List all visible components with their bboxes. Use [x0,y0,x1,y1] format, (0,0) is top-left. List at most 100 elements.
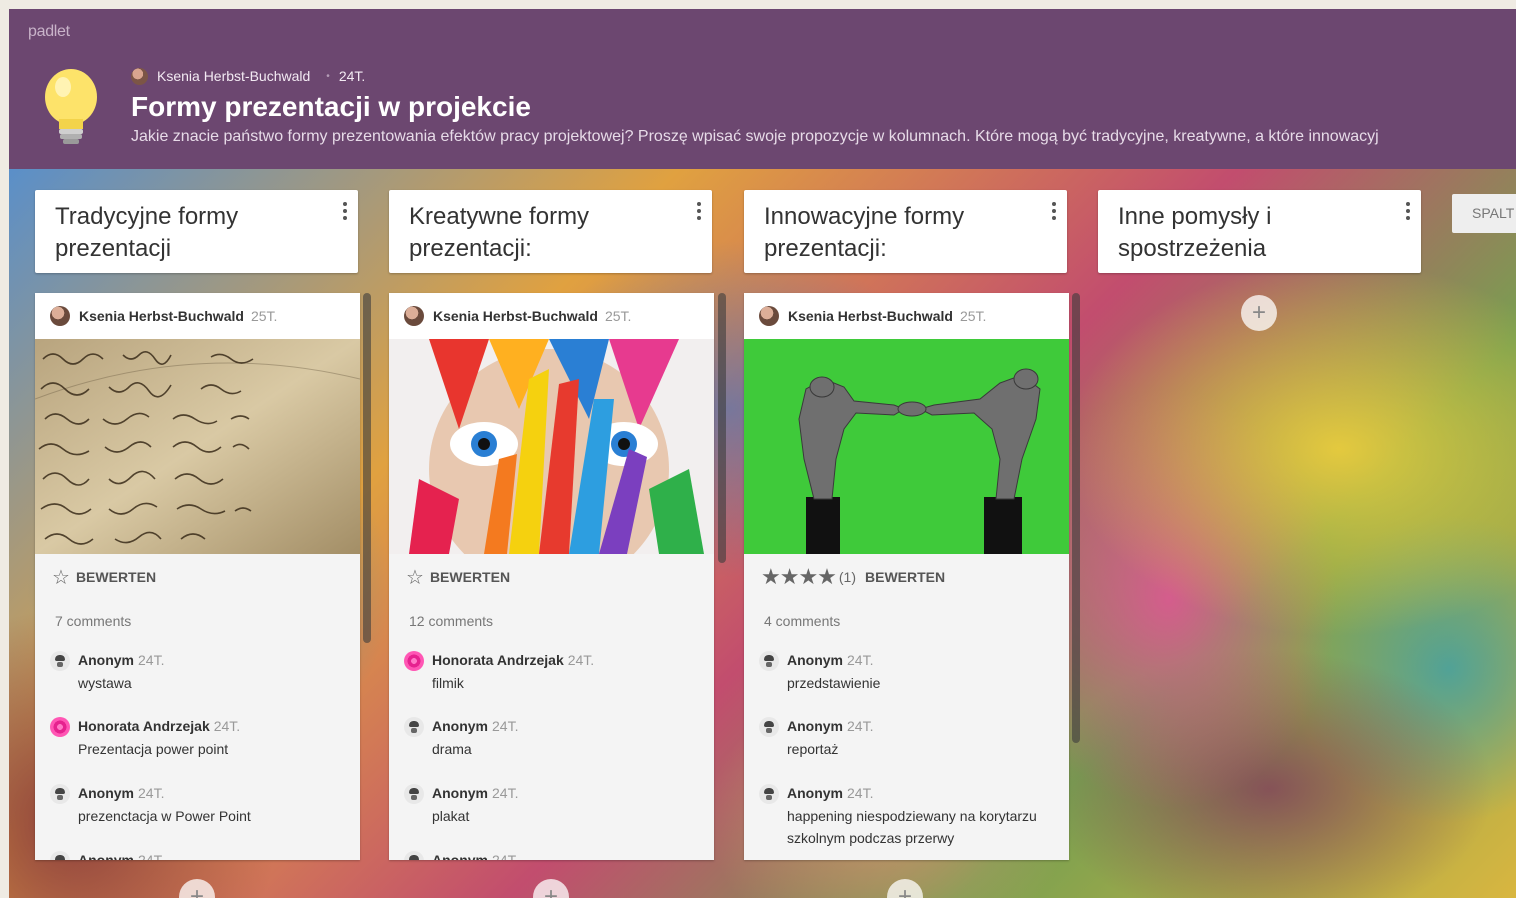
add-post-icon[interactable]: + [533,879,569,898]
comments-count[interactable]: 12 comments [409,613,493,629]
comment-text: drama [432,741,472,757]
comment-author: Anonym [432,852,488,860]
avatar [50,717,70,737]
rating-row: ☆ BEWERTEN [406,565,510,590]
column-header-traditional[interactable]: Tradycyjne formy prezentacji [35,190,358,273]
board-header: padlet Ksenia Herbst-Buchwald • 24T. For… [9,9,1516,169]
add-column-button[interactable]: SPALT [1452,194,1516,233]
comment-author: Anonym [432,718,488,734]
column-title: Tradycyjne formy prezentacji [55,203,239,262]
post-author-bar: Ksenia Herbst-Buchwald 25T. [389,293,714,339]
star-icon[interactable]: ☆ [52,565,70,590]
avatar[interactable] [759,306,779,326]
post-time: 25T. [604,308,632,324]
comment-time: 24T. [138,652,165,668]
column-header-other[interactable]: Inne pomysły i spostrzeżenia [1098,190,1421,273]
avatar [404,784,424,804]
rate-button[interactable]: BEWERTEN [865,569,945,585]
comment-text: happening niespodziewany na korytarzu sz… [787,808,1037,846]
post-card[interactable]: Ksenia Herbst-Buchwald 25T. [35,293,360,860]
post-author[interactable]: Ksenia Herbst-Buchwald [433,308,598,324]
comment-time: 24T. [847,652,874,668]
column-scrollbar[interactable] [718,293,726,563]
avatar [404,717,424,737]
avatar [404,651,424,671]
comment-author: Honorata Andrzejak [78,718,210,734]
comment-text: przedstawienie [787,675,881,691]
board-canvas: Tradycyjne formy prezentacji Kreatywne f… [9,169,1516,898]
comment-time: 24T. [138,785,165,801]
column-header-innovative[interactable]: Innowacyjne formy prezentacji: [744,190,1067,273]
comments-count[interactable]: 7 comments [55,613,131,629]
board-meta: Ksenia Herbst-Buchwald • 24T. [131,67,365,85]
star-icon[interactable]: ☆ [406,565,424,590]
author-avatar[interactable] [131,67,148,85]
comment-time: 24T. [492,718,519,734]
rating-count: (1) [838,569,857,585]
post-time: 25T. [250,308,278,324]
comment-text: reportaż [787,741,839,757]
column-menu-icon[interactable] [696,200,702,224]
column-header-creative[interactable]: Kreatywne formy prezentacji: [389,190,712,273]
comment-author: Anonym [787,652,843,668]
comment-time: 24T. [492,785,519,801]
board-author[interactable]: Ksenia Herbst-Buchwald [157,68,310,84]
post-image-handwritten-letter[interactable] [35,339,360,554]
lightbulb-icon [45,69,97,144]
star-rating-icon[interactable]: ★★★★ [761,564,837,590]
avatar [50,851,70,860]
comment-time: 24T. [492,852,519,860]
comment-time: 24T. [847,718,874,734]
avatar [50,784,70,804]
rate-button[interactable]: BEWERTEN [76,569,156,585]
comment-text: prezenctacja w Power Point [78,808,251,824]
avatar [759,717,779,737]
avatar[interactable] [50,306,70,326]
column-title: Innowacyjne formy prezentacji: [764,203,965,262]
rating-row: ★★★★ (1) BEWERTEN [761,564,945,590]
comment-author: Anonym [78,785,134,801]
column-title: Kreatywne formy prezentacji: [409,203,590,262]
comment-author: Anonym [787,785,843,801]
post-author[interactable]: Ksenia Herbst-Buchwald [79,308,244,324]
post-image-sculpture[interactable] [744,339,1069,554]
column-scrollbar[interactable] [363,293,371,643]
comment-text: filmik [432,675,464,691]
comments-count[interactable]: 4 comments [764,613,840,629]
post-author[interactable]: Ksenia Herbst-Buchwald [788,308,953,324]
padlet-frame: padlet Ksenia Herbst-Buchwald • 24T. For… [9,9,1516,898]
post-image-painted-face[interactable] [389,339,714,554]
rate-button[interactable]: BEWERTEN [430,569,510,585]
post-card[interactable]: Ksenia Herbst-Buchwald 25T. [744,293,1069,860]
avatar [404,851,424,860]
avatar [759,784,779,804]
comment-text: plakat [432,808,470,824]
column-menu-icon[interactable] [1405,200,1411,224]
meta-separator: • [326,70,330,82]
avatar [759,651,779,671]
comment-author: Anonym [787,718,843,734]
add-post-icon[interactable]: + [887,879,923,898]
avatar[interactable] [404,306,424,326]
rating-row: ☆ BEWERTEN [52,565,156,590]
board-date: 24T. [338,68,366,84]
board-title: Formy prezentacji w projekcie [131,91,531,122]
post-author-bar: Ksenia Herbst-Buchwald 25T. [744,293,1069,339]
post-card[interactable]: Ksenia Herbst-Buchwald 25T. [389,293,714,860]
padlet-logo[interactable]: padlet [28,23,70,41]
column-menu-icon[interactable] [1051,200,1057,224]
post-author-bar: Ksenia Herbst-Buchwald 25T. [35,293,360,339]
comment-time: 24T. [138,852,165,860]
add-post-icon[interactable]: + [179,879,215,898]
comment-author: Honorata Andrzejak [432,652,564,668]
column-scrollbar[interactable] [1072,293,1080,743]
comment-author: Anonym [78,852,134,860]
comment-author: Anonym [78,652,134,668]
column-title: Inne pomysły i spostrzeżenia [1118,203,1272,262]
comment-author: Anonym [432,785,488,801]
add-post-icon[interactable]: + [1241,295,1277,331]
comment-time: 24T. [847,785,874,801]
avatar [50,651,70,671]
comment-time: 24T. [213,718,241,734]
column-menu-icon[interactable] [342,200,348,224]
